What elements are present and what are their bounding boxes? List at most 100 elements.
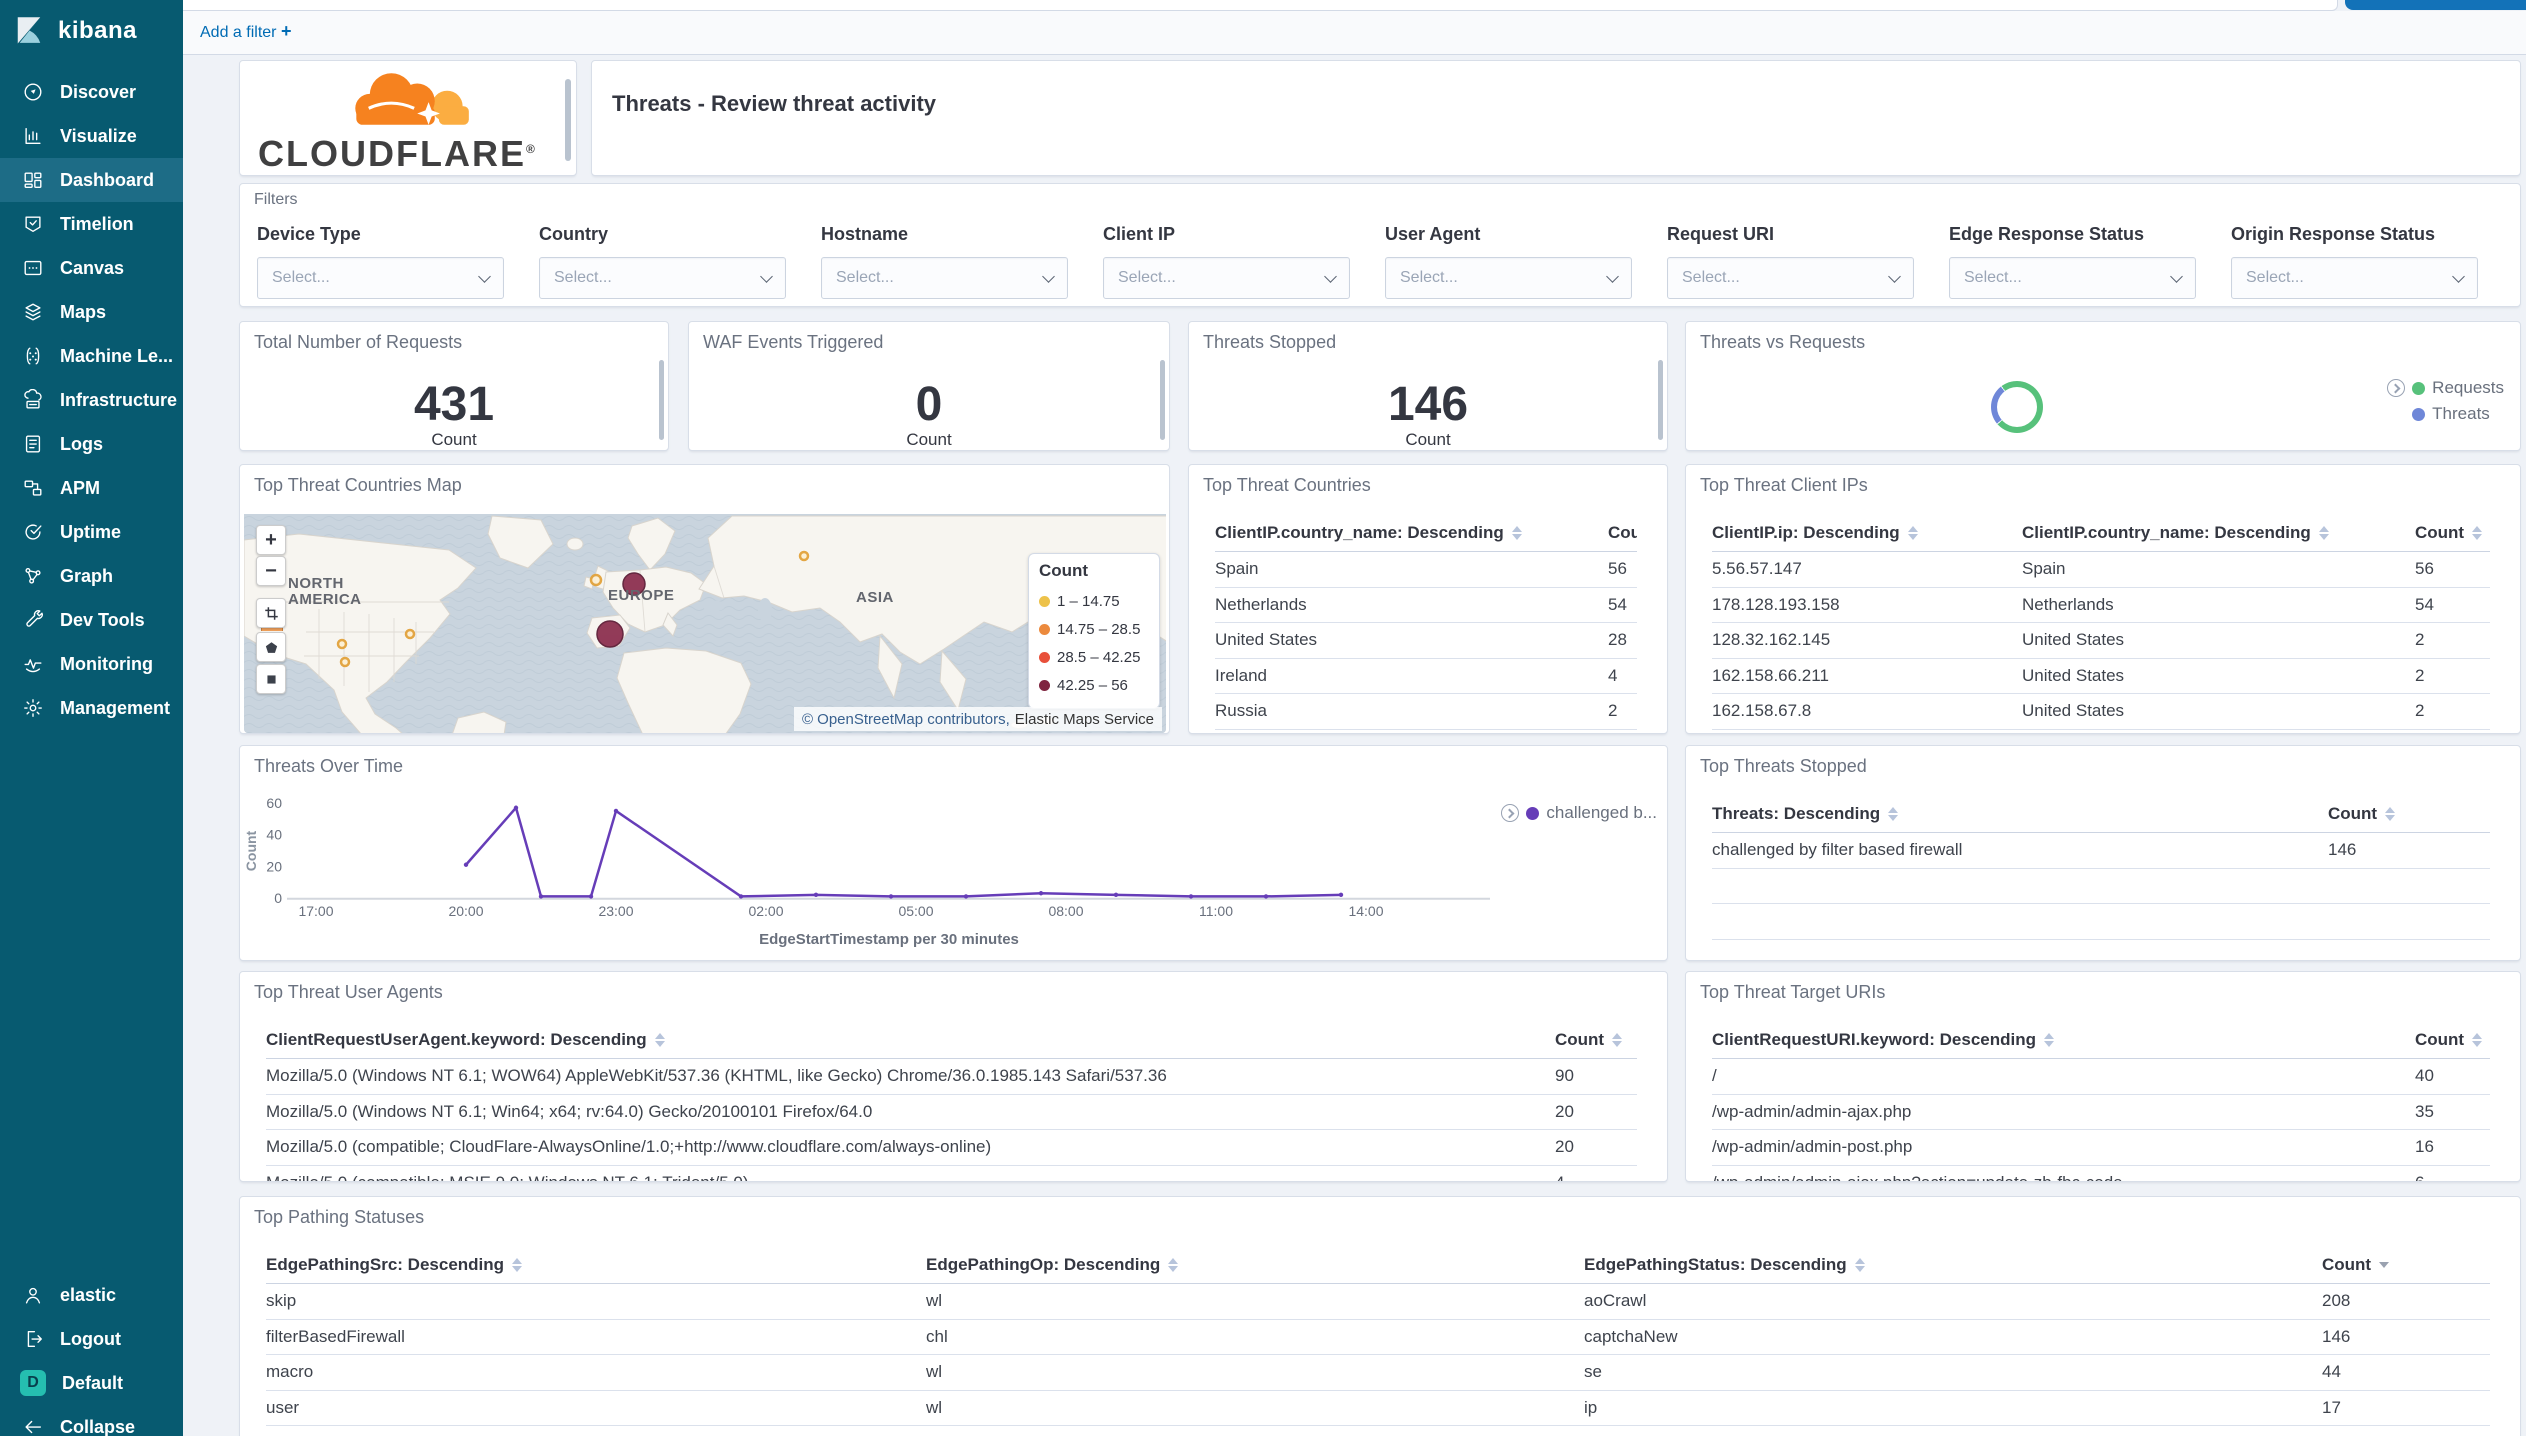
sidebar-item-canvas[interactable]: Canvas [0,246,183,290]
sidebar-item-logout[interactable]: Logout [0,1317,183,1361]
column-header[interactable]: Count [2328,804,2490,824]
sidebar-item-label: Logout [60,1328,121,1349]
table-header-row: ClientRequestURI.keyword: Descending Coun… [1712,1022,2490,1059]
column-header[interactable]: ClientIP.country_name: Descending [2022,523,2415,543]
legend-expand-icon[interactable] [1501,804,1520,822]
map-region-label: ASIA [856,589,894,606]
filter-group-user-agent: User Agent Select... [1385,224,1632,299]
map-crop-tool-button[interactable] [256,598,286,628]
map-attribution: © OpenStreetMap contributors, Elastic Ma… [793,707,1162,731]
threat-dot-low[interactable] [589,573,603,587]
sidebar-item-monitoring[interactable]: Monitoring [0,642,183,686]
map-polygon-tool-button[interactable] [256,632,286,662]
column-header[interactable]: ClientRequestURI.keyword: Descending [1712,1030,2415,1050]
threat-dot-low[interactable] [339,656,351,668]
donut-chart[interactable] [1991,381,2043,433]
infrastructure-icon [22,389,44,411]
filter-select-origin-response-status[interactable]: Select... [2231,257,2478,299]
sidebar-item-management[interactable]: Management [0,686,183,730]
add-filter-link[interactable]: Add a filter + [200,21,291,42]
map-viewport[interactable]: + − Count 1 – 14.75 14.75 – 28.5 28.5 – 42… [244,514,1166,733]
column-header[interactable]: EdgePathingStatus: Descending [1584,1255,2322,1275]
sidebar-item-dashboard[interactable]: Dashboard [0,158,183,202]
osm-attribution-link[interactable]: © OpenStreetMap contributors, [802,711,1010,728]
table-row: /wp-admin/admin-post.php 16 [1712,1130,2490,1166]
panel-scrollbar[interactable] [565,79,571,161]
filter-select-request-uri[interactable]: Select... [1667,257,1914,299]
filter-select-device-type[interactable]: Select... [257,257,504,299]
panel-title: Top Pathing Statuses [254,1207,425,1227]
sidebar-item-graph[interactable]: Graph [0,554,183,598]
query-submit-button[interactable] [2345,0,2526,10]
column-header[interactable]: Threats: Descending [1712,804,2328,824]
column-header[interactable]: ClientIP.ip: Descending [1712,523,2022,543]
column-header[interactable]: EdgePathingSrc: Descending [266,1255,926,1275]
sidebar-item-apm[interactable]: APM [0,466,183,510]
column-header[interactable]: Count [2415,1030,2490,1050]
sidebar-item-uptime[interactable]: Uptime [0,510,183,554]
column-header[interactable]: EdgePathingOp: Descending [926,1255,1584,1275]
select-placeholder: Select... [1118,269,1176,286]
legend-item-requests[interactable]: Requests [2387,375,2504,401]
threat-dot-high[interactable] [596,620,624,648]
map-zoom-in-button[interactable]: + [256,525,286,555]
chevron-down-icon [1888,269,1901,283]
column-header[interactable]: Count [1555,1030,1637,1050]
svg-text:Count: Count [243,830,259,871]
sidebar-item-logs[interactable]: Logs [0,422,183,466]
table-cell: filterBasedFirewall [266,1326,405,1346]
filter-group-client-ip: Client IP Select... [1103,224,1350,299]
panel-scrollbar[interactable] [1658,360,1663,440]
map-legend-item: 14.75 – 28.5 [1039,615,1149,643]
table-cell: wl [926,1291,943,1311]
threat-dot-low[interactable] [404,628,416,640]
threat-dot-low[interactable] [798,550,810,562]
sidebar-item-discover[interactable]: Discover [0,70,183,114]
legend-color-dot [1039,623,1050,635]
threat-dot-low[interactable] [336,638,348,650]
sidebar-item-timelion[interactable]: Timelion [0,202,183,246]
table-cell: Mozilla/5.0 (compatible; CloudFlare-Alwa… [266,1137,992,1157]
sidebar-item-collapse[interactable]: Collapse [0,1405,183,1436]
filter-select-hostname[interactable]: Select... [821,257,1068,299]
kibana-brand[interactable]: kibana [0,0,183,56]
sidebar-item-default[interactable]: D Default [0,1361,183,1405]
sidebar-item-infrastructure[interactable]: Infrastructure [0,378,183,422]
sidebar-item-label: Management [60,697,171,718]
sort-icon [1854,1258,1865,1272]
legend-expand-icon[interactable] [2387,379,2406,397]
sidebar-item-maps[interactable]: Maps [0,290,183,334]
column-header[interactable]: Count [2322,1255,2490,1275]
sidebar-item-dev-tools[interactable]: Dev Tools [0,598,183,642]
sidebar-item-visualize[interactable]: Visualize [0,114,183,158]
map-rect-tool-button[interactable] [256,664,286,694]
panel-title: Top Threat Countries Map [254,475,462,495]
filter-select-user-agent[interactable]: Select... [1385,257,1632,299]
panel-scrollbar[interactable] [659,360,664,440]
timelion-icon [22,213,44,235]
table-cell: 20 [1555,1137,1574,1157]
panel-scrollbar[interactable] [1160,360,1165,440]
top-threat-client-ips-panel: Top Threat Client IPs ClientIP.ip: Desce… [1685,464,2521,734]
legend-item-threats[interactable]: Threats [2387,401,2504,427]
line-chart-legend[interactable]: challenged b... [1501,803,1657,823]
column-header[interactable]: ClientIP.country_name: Descending [1215,523,1608,543]
column-header[interactable]: ClientRequestUserAgent.keyword: Descendi… [266,1030,1555,1050]
table-cell: Spain [2022,559,2066,579]
column-header[interactable]: Count [1608,523,1637,543]
column-header[interactable]: Count [2415,523,2490,543]
table-row: user wl ip 17 [266,1391,2490,1426]
table-cell: /wp-admin/admin-ajax.php [1712,1101,1912,1121]
svg-text:40: 40 [266,827,282,843]
metric-unit: Count [906,430,952,449]
filter-select-client-ip[interactable]: Select... [1103,257,1350,299]
sidebar-item-machine-le[interactable]: Machine Le... [0,334,183,378]
metric-value: 431 [413,378,495,431]
filter-select-country[interactable]: Select... [539,257,786,299]
filter-select-edge-response-status[interactable]: Select... [1949,257,2196,299]
map-zoom-out-button[interactable]: − [256,556,286,586]
table-cell: / [1712,1066,1717,1086]
query-bar-edge[interactable] [183,0,2338,11]
sidebar-item-elastic[interactable]: elastic [0,1273,183,1317]
threats-vs-requests-panel: Threats vs Requests Requests Threats [1685,321,2521,451]
